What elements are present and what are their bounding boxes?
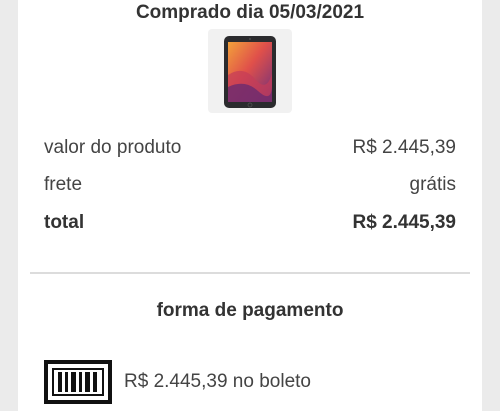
shipping-value: grátis [409,174,456,195]
total-label: total [44,212,85,233]
purchase-date-title: Comprado dia 05/03/2021 [135,2,365,23]
payment-method-row: R$ 2.445,39 no boleto [44,360,311,404]
page: Comprado dia 05/03/2021 valor do produto… [0,0,500,411]
shipping-label: frete [44,174,83,195]
total-row: total R$ 2.445,39 [44,211,456,235]
shipping-row: frete grátis [44,173,456,197]
product-value-amount: R$ 2.445,39 [352,137,456,158]
tablet-product-image [224,36,276,108]
product-thumbnail[interactable] [208,29,292,113]
product-value-row: valor do produto R$ 2.445,39 [44,136,456,160]
product-value-label: valor do produto [44,137,182,158]
section-divider [30,272,470,274]
barcode-boleto-icon [44,360,112,404]
purchase-card: Comprado dia 05/03/2021 valor do produto… [18,0,482,411]
payment-method-title: forma de pagamento [156,300,344,321]
total-amount: R$ 2.445,39 [352,212,456,233]
payment-method-description: R$ 2.445,39 no boleto [124,371,311,392]
